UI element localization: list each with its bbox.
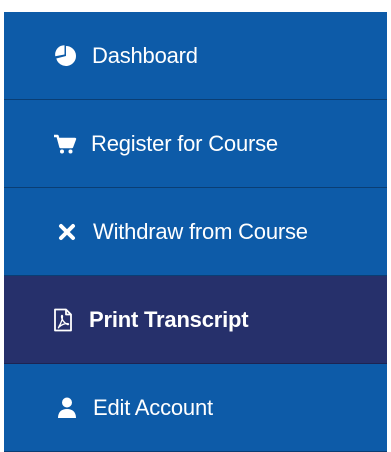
sidebar-item-label: Print Transcript xyxy=(89,306,249,332)
sidebar-item-label: Register for Course xyxy=(91,130,278,156)
sidebar-nav: Dashboard Register for Course Withdraw f… xyxy=(4,12,387,452)
sidebar-item-label: Edit Account xyxy=(93,394,213,420)
shopping-cart-icon xyxy=(53,132,77,156)
sidebar-item-dashboard[interactable]: Dashboard xyxy=(4,12,387,100)
sidebar-item-print-transcript[interactable]: Print Transcript xyxy=(4,276,387,364)
sidebar-item-label: Dashboard xyxy=(92,42,198,68)
pie-chart-icon xyxy=(54,44,78,68)
user-icon xyxy=(55,396,79,420)
sidebar-item-edit-account[interactable]: Edit Account xyxy=(4,364,387,452)
sidebar-menu: Dashboard Register for Course Withdraw f… xyxy=(0,0,391,452)
close-icon xyxy=(55,220,79,244)
sidebar-item-withdraw-from-course[interactable]: Withdraw from Course xyxy=(4,188,387,276)
pdf-file-icon xyxy=(51,308,75,332)
sidebar-item-label: Withdraw from Course xyxy=(93,218,308,244)
sidebar-item-register-for-course[interactable]: Register for Course xyxy=(4,100,387,188)
